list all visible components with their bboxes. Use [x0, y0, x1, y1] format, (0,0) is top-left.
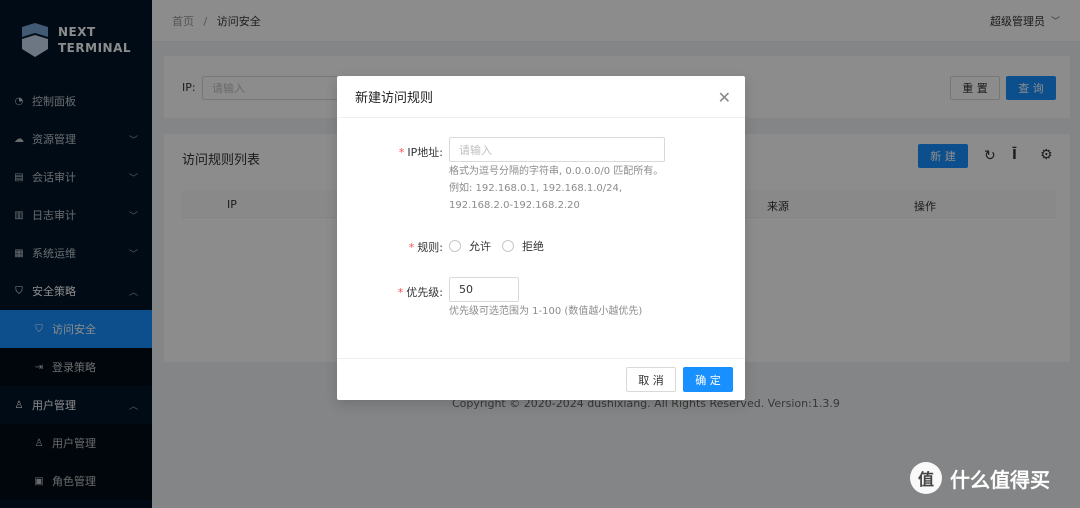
- rule-label: * 规则:: [408, 241, 443, 254]
- radio-icon: [502, 240, 514, 252]
- priority-input[interactable]: 50: [449, 277, 519, 302]
- cancel-button[interactable]: 取 消: [626, 367, 676, 392]
- ip-address-help: 格式为逗号分隔的字符串, 0.0.0.0/0 匹配所有。例如: 192.168.…: [449, 166, 664, 211]
- watermark-logo-icon: 值: [910, 462, 942, 494]
- modal-footer: 取 消 确 定: [337, 358, 745, 400]
- rule-deny-radio[interactable]: 拒绝: [502, 238, 544, 254]
- priority-label: * 优先级:: [397, 286, 443, 299]
- ip-address-label: * IP地址:: [398, 146, 443, 159]
- radio-icon: [449, 240, 461, 252]
- modal-title: 新建访问规则: [355, 91, 434, 106]
- watermark: 值 什么值得买: [910, 462, 1050, 494]
- rule-allow-radio[interactable]: 允许: [449, 238, 491, 254]
- close-icon[interactable]: ✕: [718, 88, 731, 107]
- priority-help: 优先级可选范围为 1-100 (数值越小越优先): [449, 306, 643, 317]
- new-rule-modal: 新建访问规则 ✕ * IP地址: 请输入 格式为逗号分隔的字符串, 0.0.0.0…: [337, 76, 745, 400]
- ip-address-input[interactable]: 请输入: [449, 137, 665, 162]
- confirm-button[interactable]: 确 定: [683, 367, 733, 392]
